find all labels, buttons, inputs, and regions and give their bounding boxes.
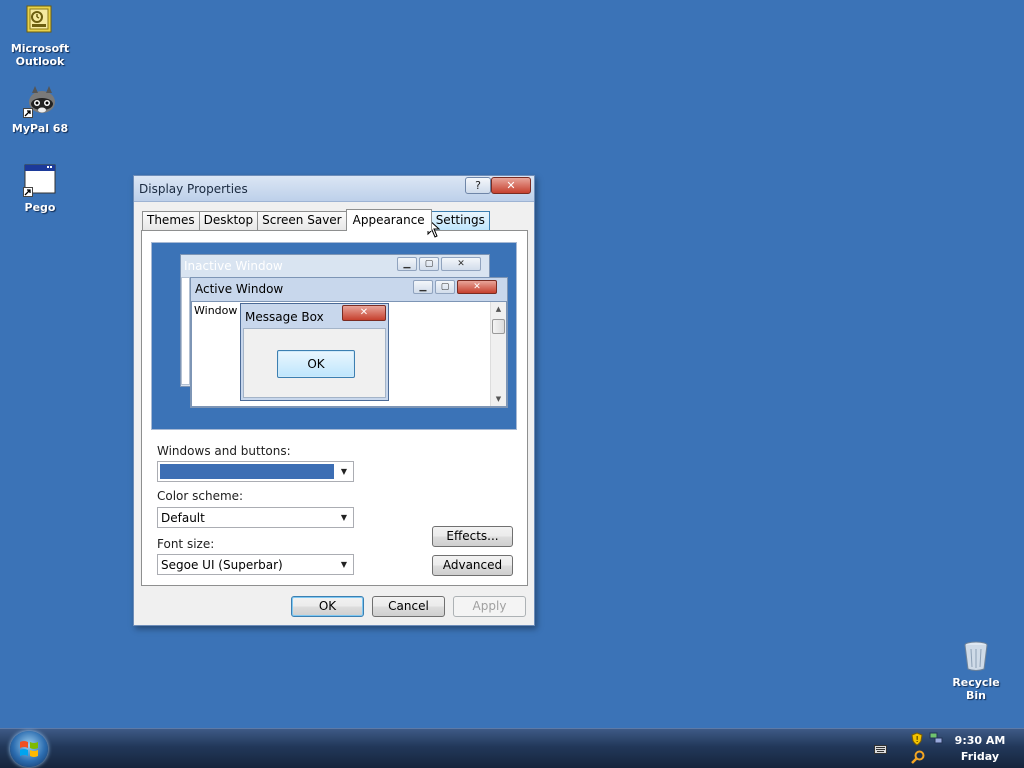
windows-buttons-select[interactable]: ▼	[157, 461, 354, 482]
keyboard-icon[interactable]	[874, 744, 887, 757]
cancel-button[interactable]: Cancel	[372, 596, 445, 617]
mypal-raccoon-icon	[23, 84, 57, 118]
scroll-thumb	[492, 319, 505, 334]
help-icon: ?	[475, 179, 481, 192]
tab-desktop[interactable]: Desktop	[198, 211, 259, 230]
windows-logo-icon	[20, 741, 38, 757]
font-size-select[interactable]: Segoe UI (Superbar) ▼	[157, 554, 354, 575]
clock-time: 9:30 AM	[954, 734, 1006, 747]
tab-screen-saver[interactable]: Screen Saver	[257, 211, 347, 230]
close-button[interactable]: ✕	[491, 177, 531, 194]
color-scheme-label: Color scheme:	[157, 489, 244, 503]
scroll-up-icon: ▲	[495, 305, 502, 313]
maximize-icon: ▢	[419, 257, 439, 271]
desktop-icon-label: Pego	[24, 201, 56, 214]
tab-themes[interactable]: Themes	[142, 211, 200, 230]
display-properties-dialog: Display Properties ? ✕ Themes Desktop Sc…	[133, 175, 535, 626]
taskbar-clock[interactable]: 9:30 AM Friday	[948, 733, 1012, 765]
desktop-icon-outlook[interactable]: Microsoft Outlook	[0, 4, 80, 68]
effects-button[interactable]: Effects...	[432, 526, 513, 547]
shortcut-arrow-icon	[23, 108, 33, 118]
recycle-bin-icon	[961, 640, 991, 672]
close-icon: ✕	[457, 280, 497, 294]
preview-inactive-caption-buttons: ▁ ▢ ✕	[397, 257, 483, 271]
font-size-value: Segoe UI (Superbar)	[161, 558, 283, 572]
windows-buttons-label: Windows and buttons:	[157, 444, 291, 458]
desktop-icon-label: MyPal 68	[11, 122, 69, 135]
shortcut-arrow-icon	[23, 187, 33, 197]
color-scheme-value: Default	[161, 511, 205, 525]
security-shield-icon[interactable]: !	[911, 732, 923, 749]
svg-text:!: !	[916, 735, 919, 744]
minimize-icon: ▁	[413, 280, 433, 294]
apply-button[interactable]: Apply	[453, 596, 526, 617]
maximize-icon: ▢	[435, 280, 455, 294]
outlook-icon	[23, 4, 57, 38]
desktop-icon-mypal[interactable]: MyPal 68	[0, 84, 80, 135]
preview-active-title: Active Window	[195, 282, 284, 296]
appearance-preview: Inactive Window ▁ ▢ ✕ Active Window ▁ ▢ …	[151, 242, 517, 430]
help-button[interactable]: ?	[465, 177, 491, 194]
taskbar: ! 9:30 AM Friday	[0, 728, 1024, 768]
preview-message-title: Message Box	[245, 310, 324, 324]
network-icon[interactable]	[929, 732, 943, 747]
dialog-titlebar[interactable]: Display Properties ? ✕	[134, 176, 534, 202]
minimize-icon: ▁	[397, 257, 417, 271]
start-button[interactable]	[10, 731, 48, 767]
desktop-icon-label: Microsoft Outlook	[10, 42, 70, 68]
preview-inactive-body	[181, 277, 190, 385]
preview-message-box: Message Box ✕ OK	[240, 303, 389, 401]
close-icon: ✕	[342, 305, 386, 321]
preview-active-caption-buttons: ▁ ▢ ✕	[413, 280, 499, 294]
color-scheme-select[interactable]: Default ▼	[157, 507, 354, 528]
desktop-icon-recycle-bin[interactable]: Recycle Bin	[943, 640, 1009, 702]
desktop-icon-pego[interactable]: Pego	[0, 163, 80, 214]
tab-appearance[interactable]: Appearance	[345, 209, 432, 231]
chevron-down-icon: ▼	[340, 560, 348, 569]
search-icon[interactable]	[911, 750, 925, 767]
preview-scrollbar: ▲ ▼	[490, 302, 506, 406]
ok-button[interactable]: OK	[291, 596, 364, 617]
dialog-title: Display Properties	[139, 182, 248, 196]
appearance-tab-panel: Inactive Window ▁ ▢ ✕ Active Window ▁ ▢ …	[141, 230, 528, 586]
preview-message-body: OK	[243, 328, 386, 398]
windows-buttons-swatch	[160, 464, 334, 479]
chevron-down-icon: ▼	[340, 467, 348, 476]
close-icon: ✕	[441, 257, 481, 271]
preview-inactive-title: Inactive Window	[184, 259, 283, 273]
font-size-label: Font size:	[157, 537, 215, 551]
clock-day: Friday	[960, 750, 1000, 763]
application-window-icon	[23, 163, 57, 197]
recycle-bin-label: Recycle Bin	[952, 676, 1000, 702]
preview-ok-button: OK	[277, 350, 355, 378]
chevron-down-icon: ▼	[340, 513, 348, 522]
close-icon: ✕	[506, 179, 516, 192]
advanced-button[interactable]: Advanced	[432, 555, 513, 576]
scroll-down-icon: ▼	[495, 395, 502, 403]
